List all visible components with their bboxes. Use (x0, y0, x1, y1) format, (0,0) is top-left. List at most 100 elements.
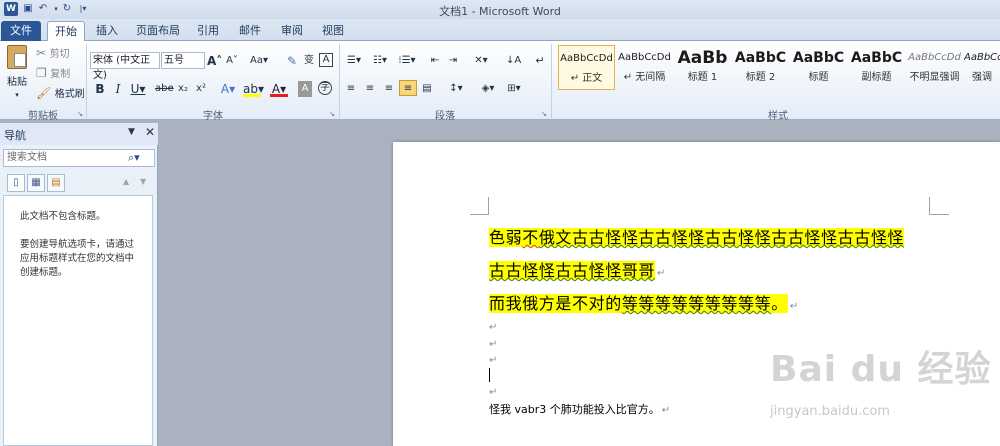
align-right-icon[interactable]: ≡ (382, 81, 396, 97)
paste-icon-sheet (14, 53, 26, 67)
tab-review[interactable]: 审阅 (277, 21, 307, 41)
italic-icon[interactable]: I (111, 81, 125, 97)
crop-mark (929, 214, 949, 215)
paragraph-1-line-2: 古古怪怪古古怪怪哥哥 ↵ (489, 257, 666, 281)
highlighted-text: 色弱不俄文古古怪怪古古怪怪古古怪怪古古怪怪古古怪怪 (489, 228, 905, 247)
font-group-label: 字体 (203, 111, 223, 122)
scissors-icon: ✂ (36, 46, 47, 60)
borders-icon[interactable]: ⊞▾ (504, 81, 524, 97)
style-name: 强调 (972, 72, 992, 83)
style-title[interactable]: AaBbC 标题 (790, 45, 847, 90)
style-normal[interactable]: AaBbCcDd ↵ 正文 (558, 45, 615, 90)
text-effects-icon[interactable]: A▾ (219, 81, 237, 97)
nav-next-icon[interactable]: ▼ (140, 177, 146, 186)
nav-tab-pages[interactable]: ▦ (27, 174, 45, 192)
highlight-icon[interactable]: ab▾ (243, 81, 264, 97)
decrease-indent-icon[interactable]: ⇤ (428, 53, 442, 69)
nav-message-1: 此文档不包含标题。 (20, 211, 106, 222)
sort-icon[interactable]: ↓A (506, 53, 521, 69)
nav-message-2: 要创建导航选项卡，请通过应用标题样式在您的文档中创建标题。 (20, 239, 135, 278)
copy-button[interactable]: ❐ 复制 (36, 65, 86, 81)
style-heading-2[interactable]: AaBbC 标题 2 (732, 45, 789, 90)
bold-icon[interactable]: B (93, 81, 107, 97)
tab-file[interactable]: 文件 (1, 21, 41, 41)
subscript-icon[interactable]: x₂ (176, 81, 190, 97)
shading-icon[interactable]: ◈▾ (478, 81, 498, 97)
styles-group-label: 样式 (768, 111, 788, 122)
font-color-icon[interactable]: A▾ (270, 81, 288, 97)
spelling-error: 不 (522, 228, 539, 247)
paragraph-mark-icon: ↵ (489, 387, 498, 398)
tab-references[interactable]: 引用 (193, 21, 223, 41)
style-no-spacing[interactable]: AaBbCcDd ↵ 无间隔 (616, 45, 673, 90)
enclose-circle-icon[interactable]: 字 (318, 81, 332, 95)
clipboard-launcher-icon[interactable]: ↘ (76, 110, 84, 118)
paragraph-3: 怪我 vabr3 个肺功能投入比官方。 ↵ (489, 401, 670, 417)
format-painter-button[interactable]: 🖌 格式刷 (36, 85, 86, 101)
style-subtitle[interactable]: AaBbC 副标题 (848, 45, 905, 90)
text-run: 俄文古古怪怪古古怪怪古古怪怪古古怪怪古古怪怪 (538, 228, 905, 247)
underline-icon[interactable]: U▾ (129, 81, 147, 97)
tab-page-layout[interactable]: 页面布局 (133, 21, 183, 41)
font-size-combo[interactable]: 五号 (161, 52, 205, 69)
title-bar: W ▣ ↶ ▾ ↻ |▾ 文档1 - Microsoft Word (0, 0, 1000, 19)
window-title: 文档1 - Microsoft Word (439, 5, 561, 18)
superscript-icon[interactable]: x² (194, 81, 208, 97)
style-emphasis[interactable]: AaBbCcDd 强调 (964, 45, 1000, 90)
clear-format-icon[interactable]: ✎ (285, 53, 299, 69)
nav-options-icon[interactable]: ▼ (128, 127, 135, 137)
bullets-icon[interactable]: ☰▾ (344, 53, 364, 69)
crop-mark (929, 197, 930, 215)
style-sample: AaBbCcDd (560, 53, 613, 64)
style-heading-1[interactable]: AaBb 标题 1 (674, 45, 731, 90)
grow-font-icon[interactable]: A˄ (207, 53, 222, 69)
tab-insert[interactable]: 插入 (92, 21, 122, 41)
font-name-combo[interactable]: 宋体 (中文正文) (90, 52, 160, 81)
phonetic-guide-icon[interactable]: 变 (302, 53, 316, 69)
crop-mark (488, 197, 489, 215)
nav-tab-headings[interactable]: ▯ (7, 174, 25, 192)
ribbon: 粘贴 ▾ ✂ 剪切 ❐ 复制 🖌 格式刷 剪贴板 ↘ 宋体 (中文正文) 五号 … (0, 41, 1000, 122)
paste-button[interactable]: 粘贴 ▾ (3, 43, 31, 101)
chinese-layout-icon[interactable]: ✕▾ (470, 53, 492, 69)
char-shading-icon[interactable]: A (298, 81, 312, 97)
align-left-icon[interactable]: ≡ (344, 81, 358, 97)
nav-content: 此文档不包含标题。 要创建导航选项卡，请通过应用标题样式在您的文档中创建标题。 (3, 195, 153, 446)
font-launcher-icon[interactable]: ↘ (328, 110, 336, 118)
show-marks-icon[interactable]: ↵ (533, 53, 547, 69)
tab-home[interactable]: 开始 (47, 21, 85, 42)
cut-label: 剪切 (49, 49, 70, 60)
nav-tab-results[interactable]: ▤ (47, 174, 65, 192)
paste-dropdown-icon: ▾ (15, 91, 19, 99)
numbering-icon[interactable]: ☷▾ (370, 53, 390, 69)
copy-label: 复制 (50, 69, 71, 80)
tab-mailings[interactable]: 邮件 (235, 21, 265, 41)
multilevel-list-icon[interactable]: ⁝☰▾ (396, 53, 418, 69)
cut-button[interactable]: ✂ 剪切 (36, 45, 86, 61)
tab-view[interactable]: 视图 (318, 21, 348, 41)
shrink-font-icon[interactable]: A˅ (225, 53, 239, 69)
align-center-icon[interactable]: ≡ (363, 81, 377, 97)
style-sample: AaBbCcDd (618, 52, 671, 63)
style-sample: AaBbC (850, 50, 903, 66)
justify-icon[interactable]: ≡ (399, 80, 417, 96)
style-subtle-emphasis[interactable]: AaBbCcDd 不明显强调 (906, 45, 963, 90)
search-icon[interactable]: ⌕▾ (128, 151, 140, 165)
nav-prev-icon[interactable]: ▲ (123, 177, 129, 186)
paragraph-launcher-icon[interactable]: ↘ (540, 110, 548, 118)
nav-tabs: ▯ ▦ ▤ ▲ ▼ (3, 172, 155, 194)
clipboard-group-label: 剪贴板 (28, 111, 58, 122)
change-case-icon[interactable]: Aa▾ (250, 53, 268, 69)
increase-indent-icon[interactable]: ⇥ (446, 53, 460, 69)
strikethrough-icon[interactable]: abe (155, 81, 174, 97)
paragraph-group-label: 段落 (435, 111, 455, 122)
style-name: 标题 (808, 72, 829, 83)
crop-mark (470, 214, 489, 215)
enclose-char-icon[interactable]: A (319, 53, 333, 67)
line-spacing-icon[interactable]: ↕▾ (446, 81, 466, 97)
distributed-icon[interactable]: ▤ (420, 81, 434, 97)
format-painter-label: 格式刷 (54, 89, 85, 100)
close-icon[interactable]: ✕ (145, 125, 155, 139)
style-name: 标题 1 (687, 72, 718, 83)
navigation-pane: 导航 ▼ ✕ 搜索文档 ⌕▾ ▯ ▦ ▤ ▲ ▼ 此文档不包含标题。 要创建导航… (0, 123, 158, 446)
